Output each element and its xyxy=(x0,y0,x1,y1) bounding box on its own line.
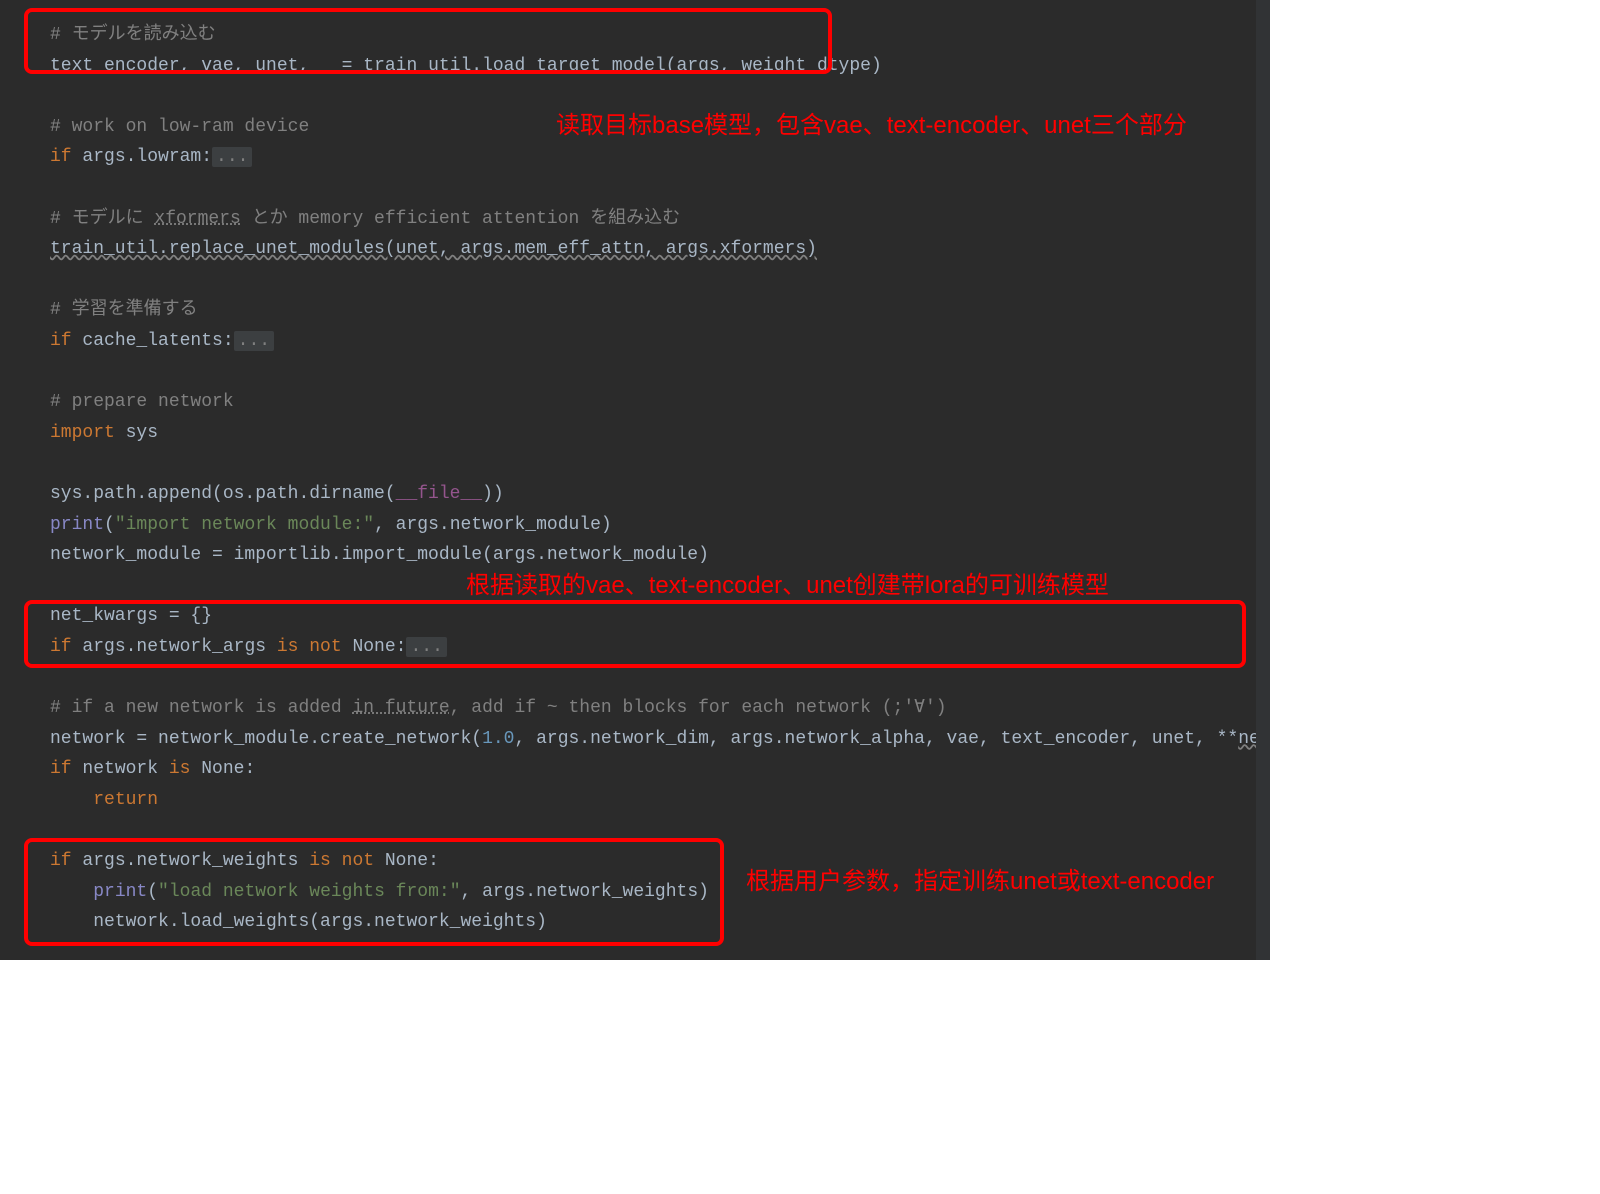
code-line: # モデルを読み込む xyxy=(50,20,1235,51)
code-line: train_util.replace_unet_modules(unet, ar… xyxy=(50,234,1235,265)
bottom-margin xyxy=(0,960,1600,1194)
blank-line xyxy=(50,265,1235,296)
code-line: print("import network module:", args.net… xyxy=(50,510,1235,541)
code-line: # モデルに xformers とか memory efficient atte… xyxy=(50,204,1235,235)
code-line: if cache_latents:... xyxy=(50,326,1235,357)
annotation-2: 根据读取的vae、text-encoder、unet创建带lora的可训练模型 xyxy=(466,566,1109,607)
blank-line xyxy=(50,815,1235,846)
code-line: # if a new network is added in future, a… xyxy=(50,693,1235,724)
code-line: return xyxy=(50,785,1235,816)
code-line: # prepare network xyxy=(50,387,1235,418)
code-line: sys.path.append(os.path.dirname(__file__… xyxy=(50,479,1235,510)
blank-line xyxy=(50,662,1235,693)
code-fold[interactable]: ... xyxy=(406,637,446,657)
blank-line xyxy=(50,173,1235,204)
blank-line xyxy=(50,357,1235,388)
blank-line xyxy=(50,448,1235,479)
annotation-1: 读取目标base模型，包含vae、text-encoder、unet三个部分 xyxy=(556,106,1187,147)
code-line: if network is None: xyxy=(50,754,1235,785)
code-line: network.load_weights(args.network_weight… xyxy=(50,907,1235,938)
code-line: import sys xyxy=(50,418,1235,449)
annotation-3: 根据用户参数，指定训练unet或text-encoder xyxy=(746,862,1214,903)
vertical-scrollbar[interactable] xyxy=(1256,0,1270,960)
code-fold[interactable]: ... xyxy=(234,331,274,351)
comment-text: # モデルを読み込む xyxy=(50,25,216,45)
code-line: # 学習を準備する xyxy=(50,295,1235,326)
code-line: text_encoder, vae, unet, _ = train_util.… xyxy=(50,51,1235,82)
code-line: if args.network_args is not None:... xyxy=(50,632,1235,663)
code-line: if args.lowram:... xyxy=(50,142,1235,173)
code-fold[interactable]: ... xyxy=(212,147,252,167)
code-line: network = network_module.create_network(… xyxy=(50,724,1235,755)
